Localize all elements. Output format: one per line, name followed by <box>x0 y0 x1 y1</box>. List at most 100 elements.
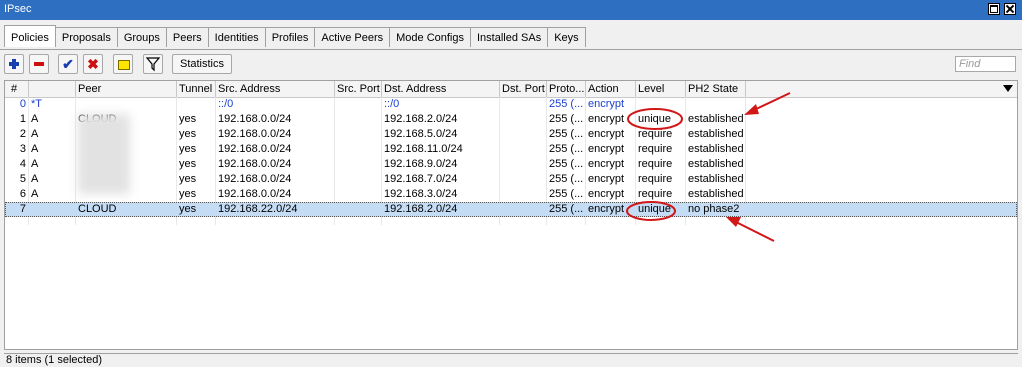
cell-protocol: 255 (... <box>549 98 584 110</box>
cell-action: encrypt <box>588 203 625 215</box>
cell-flags: A <box>31 173 39 185</box>
cell-src-address: 192.168.0.0/24 <box>218 143 292 155</box>
cell-src-port <box>335 187 382 202</box>
cell-peer <box>76 97 177 112</box>
disable-button[interactable]: ✖ <box>83 54 103 74</box>
cell-ph2-state: established <box>688 143 744 155</box>
cell-src-address: 192.168.0.0/24 <box>218 158 292 170</box>
table-row[interactable]: 5 A yes 192.168.0.0/24 192.168.7.0/24 25… <box>5 172 1017 187</box>
cell-src-address: 192.168.0.0/24 <box>218 128 292 140</box>
col-dst-port[interactable]: Dst. Port <box>500 81 547 97</box>
cell-ph2-state: no phase2 <box>688 203 740 215</box>
cell-ph2-state: established <box>688 158 744 170</box>
col-number[interactable]: # <box>5 81 29 97</box>
find-input[interactable]: Find <box>955 56 1016 72</box>
tab-identities[interactable]: Identities <box>207 27 266 47</box>
table-row[interactable]: 0 *T ::/0 ::/0 255 (... encrypt <box>5 97 1017 112</box>
cell-flags: A <box>31 128 39 140</box>
cell-level: require <box>638 143 673 155</box>
col-dst-address[interactable]: Dst. Address <box>382 81 500 97</box>
cell-dst-address: ::/0 <box>384 98 400 110</box>
remove-button[interactable] <box>29 54 49 74</box>
cell-number: 0 <box>19 98 26 110</box>
col-tunnel[interactable]: Tunnel <box>177 81 216 97</box>
tab-mode-configs[interactable]: Mode Configs <box>389 27 471 47</box>
cell-protocol: 255 (... <box>549 188 584 200</box>
cell-dst-port <box>500 97 547 112</box>
col-src-port[interactable]: Src. Port <box>335 81 382 97</box>
tab-peers[interactable]: Peers <box>165 27 209 47</box>
table-row[interactable]: 4 A yes 192.168.0.0/24 192.168.9.0/24 25… <box>5 157 1017 172</box>
cell-tunnel: yes <box>179 203 197 215</box>
tab-keys[interactable]: Keys <box>547 27 586 47</box>
cell-ph2-state: established <box>688 113 744 125</box>
comment-button[interactable] <box>113 54 133 74</box>
cell-action: encrypt <box>588 173 625 185</box>
tab-policies[interactable]: Policies <box>4 25 56 47</box>
col-level[interactable]: Level <box>636 81 686 97</box>
cell-dst-address: 192.168.5.0/24 <box>384 128 458 140</box>
cell-action: encrypt <box>588 188 625 200</box>
redacted-peer-names <box>78 114 130 194</box>
enable-button[interactable]: ✔ <box>58 54 78 74</box>
cell-src-address: ::/0 <box>218 98 234 110</box>
cell-tunnel: yes <box>179 128 197 140</box>
cell-number: 2 <box>19 128 26 140</box>
table-row[interactable]: 2 A yes 192.168.0.0/24 192.168.5.0/24 25… <box>5 127 1017 142</box>
table-row[interactable]: 3 A yes 192.168.0.0/24 192.168.11.0/24 2… <box>5 142 1017 157</box>
add-button[interactable] <box>4 54 24 74</box>
table-header: # Peer Tunnel Src. Address Src. Port Dst… <box>5 81 1017 98</box>
col-protocol[interactable]: Proto... <box>547 81 586 97</box>
table-row[interactable]: 6 A yes 192.168.0.0/24 192.168.3.0/24 25… <box>5 187 1017 202</box>
cell-level: require <box>638 188 673 200</box>
col-peer[interactable]: Peer <box>76 81 177 97</box>
cell-tunnel: yes <box>179 173 197 185</box>
cell-src-port <box>335 112 382 127</box>
note-icon <box>118 60 130 70</box>
cell-src-port <box>335 172 382 187</box>
cell-level <box>636 97 686 112</box>
status-text: 8 items (1 selected) <box>6 354 102 366</box>
cell-dst-address: 192.168.7.0/24 <box>384 173 458 185</box>
cell-dst-address: 192.168.2.0/24 <box>384 203 458 215</box>
tab-installed-sas[interactable]: Installed SAs <box>470 27 549 47</box>
cell-flags <box>29 202 76 217</box>
cell-src-port <box>335 142 382 157</box>
cell-protocol: 255 (... <box>549 173 584 185</box>
maximize-button[interactable] <box>988 3 1000 15</box>
tab-profiles[interactable]: Profiles <box>264 27 316 47</box>
col-flags[interactable] <box>29 81 76 97</box>
col-action[interactable]: Action <box>586 81 636 97</box>
cell-dst-address: 192.168.11.0/24 <box>384 143 463 155</box>
cell-ph2-state: established <box>688 128 744 140</box>
cell-number: 5 <box>19 173 26 185</box>
col-src-address[interactable]: Src. Address <box>216 81 335 97</box>
cell-protocol: 255 (... <box>549 113 584 125</box>
cell-dst-port <box>500 127 547 142</box>
cell-flags: A <box>31 188 39 200</box>
cell-src-address: 192.168.0.0/24 <box>218 113 292 125</box>
col-ph2-state[interactable]: PH2 State <box>686 81 746 97</box>
window-titlebar: IPsec <box>0 0 1022 20</box>
cell-dst-port <box>500 142 547 157</box>
minus-icon <box>34 62 44 66</box>
filter-icon <box>145 57 161 72</box>
close-button[interactable] <box>1004 3 1016 15</box>
cell-level: require <box>638 158 673 170</box>
column-menu-icon[interactable] <box>1003 85 1013 92</box>
cell-peer: CLOUD <box>78 203 117 215</box>
filter-button[interactable] <box>143 54 163 74</box>
tab-groups[interactable]: Groups <box>116 27 167 47</box>
cell-number: 4 <box>19 158 26 170</box>
check-icon: ✔ <box>62 56 74 72</box>
tab-proposals[interactable]: Proposals <box>54 27 118 47</box>
statistics-button[interactable]: Statistics <box>172 54 232 74</box>
table-row-selected[interactable]: 7 CLOUD yes 192.168.22.0/24 192.168.2.0/… <box>5 202 1017 217</box>
tab-active-peers[interactable]: Active Peers <box>314 27 391 47</box>
cell-dst-port <box>500 172 547 187</box>
cell-src-address: 192.168.22.0/24 <box>218 203 298 215</box>
cell-protocol: 255 (... <box>549 143 584 155</box>
table-row[interactable]: 1 A CLOUD yes 192.168.0.0/24 192.168.2.0… <box>5 112 1017 127</box>
cell-src-port <box>335 127 382 142</box>
cell-level: unique <box>638 203 672 215</box>
